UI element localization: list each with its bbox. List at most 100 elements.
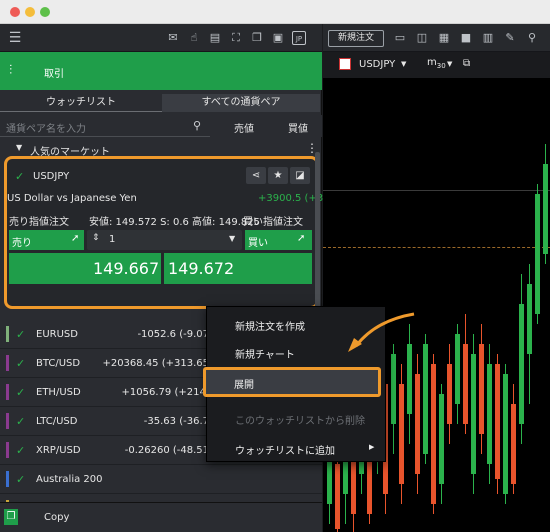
instrument-stats: 安値: 149.572 S: 0.6 高値: 149.825 xyxy=(89,217,260,228)
candle-body xyxy=(511,404,516,484)
maximize-window-button[interactable] xyxy=(40,7,50,17)
flag-icon xyxy=(339,58,351,70)
submenu-arrow-icon: ▶ xyxy=(369,443,375,451)
search-placeholder: 通貨ペア名を入力 xyxy=(6,124,86,135)
candle-body xyxy=(519,304,524,424)
candle-body xyxy=(423,344,428,454)
sell-limit-order-link[interactable]: 売り指値注文 xyxy=(9,213,69,228)
buy-label: 買い xyxy=(248,238,268,249)
dropdown-arrow-icon[interactable]: ▼ xyxy=(401,60,406,68)
menu-item-label: 新規注文を作成 xyxy=(235,322,305,333)
fullscreen-icon[interactable]: ⛶ xyxy=(229,31,243,45)
menu-item-label: 展開 xyxy=(234,380,254,391)
row-symbol: XRP/USD xyxy=(36,445,81,456)
zoom-icon[interactable]: ⚲ xyxy=(525,31,539,45)
row-accent xyxy=(6,355,9,371)
search-icon[interactable]: ⚲ xyxy=(193,119,201,132)
candle-body xyxy=(487,364,492,464)
single-layout-icon[interactable]: ■ xyxy=(459,31,473,45)
new-order-button[interactable]: 新規注文 xyxy=(328,30,384,47)
trade-label: 取引 xyxy=(44,69,64,80)
row-accent xyxy=(6,384,9,400)
row-symbol: LTC/USD xyxy=(36,416,78,427)
row-change: +1056.79 (+214. xyxy=(121,387,209,398)
copy-window-icon[interactable]: ❐ xyxy=(250,31,264,45)
trade-header[interactable]: ⫶ 取引 xyxy=(0,52,322,90)
minimize-window-button[interactable] xyxy=(25,7,35,17)
split-layout-icon[interactable]: ▥ xyxy=(481,31,495,45)
candle-body xyxy=(463,344,468,424)
star-icon[interactable]: ★ xyxy=(268,167,288,184)
price-line xyxy=(323,190,550,191)
layout-icon[interactable]: ▣ xyxy=(271,31,285,45)
close-window-button[interactable] xyxy=(10,7,20,17)
monitor-icon[interactable]: ▭ xyxy=(393,31,407,45)
candle-body xyxy=(495,364,500,479)
mail-icon[interactable]: ✉ xyxy=(166,31,180,45)
share-icon[interactable]: ⋖ xyxy=(246,167,266,184)
featured-instrument-card[interactable]: ✓ USDJPY ⋖ ★ ◪ US Dollar vs Japanese Yen… xyxy=(4,156,345,309)
tab-watchlist[interactable]: ウォッチリスト xyxy=(0,94,162,112)
menu-item-label: 新規チャート xyxy=(235,350,295,361)
buy-price-button[interactable]: 149.672 xyxy=(164,253,312,284)
dashed-price-line xyxy=(323,247,550,248)
chart-settings-icon[interactable]: ⧉ xyxy=(463,58,470,69)
watchlist-row[interactable]: ✓ Australia 200 xyxy=(0,465,322,494)
chart-symbol[interactable]: USDJPY xyxy=(359,59,395,70)
candle-body xyxy=(447,364,452,424)
search-input[interactable]: 通貨ペア名を入力 xyxy=(0,115,210,137)
grid-layout-icon[interactable]: ▦ xyxy=(437,31,451,45)
copy-bar[interactable]: ❐ Copy xyxy=(0,502,322,532)
row-accent xyxy=(6,471,9,487)
candlestick-icon: ⫶ xyxy=(9,63,13,78)
hamburger-menu-icon[interactable]: ☰ xyxy=(8,31,22,45)
printer-icon[interactable]: ▤ xyxy=(208,31,222,45)
candle-body xyxy=(439,394,444,484)
menu-item-add-to-watchlist[interactable]: ウォッチリストに追加 ▶ xyxy=(207,435,387,461)
touch-icon[interactable]: ☝ xyxy=(187,31,201,45)
sell-price-button[interactable]: 149.667 xyxy=(9,253,161,284)
annotation-arrow xyxy=(348,312,415,352)
chart-icon[interactable]: ◪ xyxy=(290,167,310,184)
candle-body xyxy=(543,164,548,254)
candle-body xyxy=(535,194,540,314)
row-symbol: ETH/USD xyxy=(36,387,81,398)
candle-body xyxy=(527,284,532,354)
menu-item-remove[interactable]: このウォッチリストから削除 xyxy=(207,405,387,431)
quantity-stepper[interactable]: ⇕ 1 ▼ xyxy=(87,230,242,250)
dropdown-arrow-icon[interactable]: ▼ xyxy=(447,60,452,68)
row-change: -0.26260 (-48.51 xyxy=(124,445,209,456)
candle-body xyxy=(431,364,436,504)
candle-body xyxy=(479,344,484,434)
row-accent xyxy=(6,326,9,342)
chart-header: USDJPY ▼ m30 ▼ ⧉ xyxy=(323,52,550,78)
copy-icon: ❐ xyxy=(4,509,18,525)
quantity-value: 1 xyxy=(109,234,116,245)
check-icon: ✓ xyxy=(16,328,26,341)
scrollbar[interactable] xyxy=(315,152,320,312)
calendar-icon[interactable]: JP xyxy=(292,31,306,45)
menu-item-label: ウォッチリストに追加 xyxy=(235,446,335,457)
sell-price: 149.667 xyxy=(93,259,160,278)
buy-limit-order-link[interactable]: 買い指値注文 xyxy=(243,213,303,228)
check-icon: ✓ xyxy=(16,444,26,457)
check-icon: ✓ xyxy=(15,170,25,183)
dropdown-arrow-icon: ▼ xyxy=(229,234,236,243)
sell-button[interactable]: 売り ➚ xyxy=(9,230,84,250)
menu-item-expand[interactable]: 展開 xyxy=(203,367,381,397)
row-accent xyxy=(6,442,9,458)
featured-symbol: USDJPY xyxy=(33,171,70,182)
check-icon: ✓ xyxy=(16,473,26,486)
edit-icon[interactable]: ✎ xyxy=(503,31,517,45)
sell-column-header: 売値 xyxy=(234,124,254,135)
row-change: -35.63 (-36.7 xyxy=(143,416,209,427)
timeframe-value: 30 xyxy=(436,62,446,70)
timeframe[interactable]: m30 xyxy=(427,57,446,70)
check-icon: ✓ xyxy=(16,386,26,399)
panel-layout-icon[interactable]: ◫ xyxy=(415,31,429,45)
left-toolbar: ☰ ✉ ☝ ▤ ⛶ ❐ ▣ JP xyxy=(0,24,322,52)
window-titlebar xyxy=(0,0,550,24)
candle-body xyxy=(455,334,460,404)
buy-button[interactable]: 買い ➚ xyxy=(245,230,312,250)
tab-all-pairs[interactable]: すべての通貨ペア xyxy=(162,94,320,112)
